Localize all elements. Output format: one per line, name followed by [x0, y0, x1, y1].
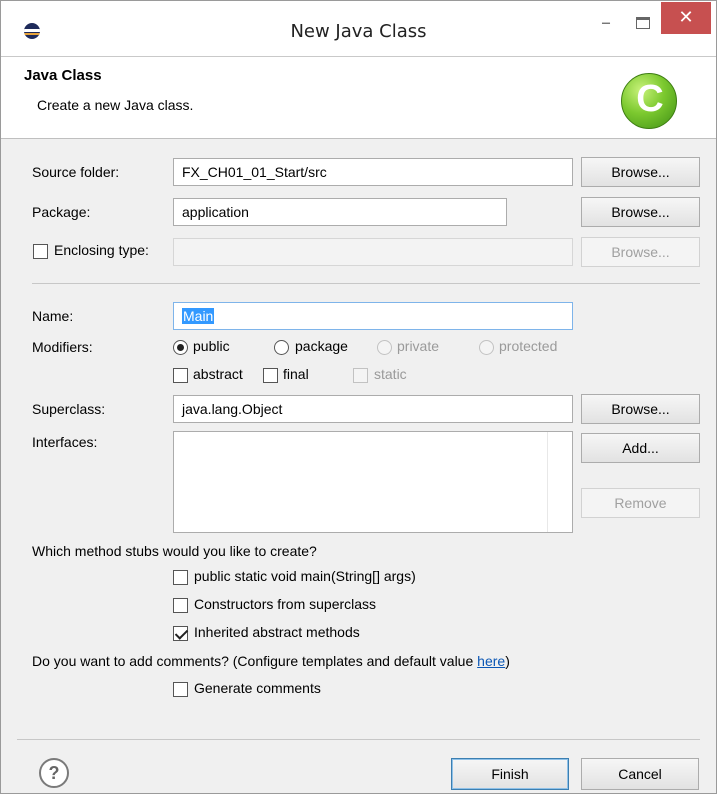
minimize-button[interactable]: –	[589, 9, 623, 39]
generate-comments-label: Generate comments	[194, 680, 321, 696]
banner-description: Create a new Java class.	[37, 97, 194, 113]
cancel-button[interactable]: Cancel	[581, 758, 699, 790]
superclass-browse-button[interactable]: Browse...	[581, 394, 700, 424]
java-class-icon: C	[621, 73, 677, 129]
main-method-checkbox[interactable]	[173, 570, 188, 585]
source-folder-browse-button[interactable]: Browse...	[581, 157, 700, 187]
comments-question: Do you want to add comments? (Configure …	[32, 653, 510, 669]
new-java-class-dialog: New Java Class – ✕ Java Class Create a n…	[0, 0, 717, 794]
remove-interface-button[interactable]: Remove	[581, 488, 700, 518]
enclosing-type-browse-button[interactable]: Browse...	[581, 237, 700, 267]
method-stubs-question: Which method stubs would you like to cre…	[32, 543, 317, 559]
modifiers-label: Modifiers:	[32, 339, 93, 355]
private-radio[interactable]	[377, 340, 392, 355]
package-browse-button[interactable]: Browse...	[581, 197, 700, 227]
configure-templates-link[interactable]: here	[477, 653, 505, 669]
generate-comments-checkbox[interactable]	[173, 682, 188, 697]
package-label: Package:	[32, 204, 91, 220]
add-interface-button[interactable]: Add...	[581, 433, 700, 463]
comments-question-end: )	[505, 653, 510, 669]
constructors-label: Constructors from superclass	[194, 596, 377, 612]
final-checkbox[interactable]	[263, 368, 278, 383]
source-folder-input[interactable]: FX_CH01_01_Start/src	[173, 158, 573, 186]
package-radio-label: package	[295, 338, 348, 354]
name-value: Main	[182, 308, 215, 324]
static-checkbox[interactable]	[353, 368, 368, 383]
abstract-checkbox[interactable]	[173, 368, 188, 383]
name-label: Name:	[32, 308, 74, 324]
package-radio[interactable]	[274, 340, 289, 355]
final-checkbox-label: final	[283, 366, 309, 382]
inherited-abstract-checkbox[interactable]	[173, 626, 188, 641]
interfaces-list[interactable]	[173, 431, 573, 533]
interfaces-label: Interfaces:	[32, 434, 98, 450]
main-method-label: public static void main(String[] args)	[194, 568, 416, 584]
constructors-checkbox[interactable]	[173, 598, 188, 613]
public-radio-label: public	[193, 338, 230, 354]
name-input[interactable]: Main	[173, 302, 573, 330]
banner-title: Java Class	[24, 67, 102, 84]
protected-radio[interactable]	[479, 340, 494, 355]
enclosing-type-label: Enclosing type:	[54, 242, 149, 258]
superclass-label: Superclass:	[32, 401, 106, 417]
list-divider	[547, 432, 548, 532]
superclass-input[interactable]: java.lang.Object	[173, 395, 573, 423]
maximize-icon	[636, 17, 650, 29]
enclosing-type-checkbox[interactable]	[33, 244, 48, 259]
close-button[interactable]: ✕	[661, 2, 711, 34]
help-icon[interactable]: ?	[39, 758, 69, 788]
footer-separator	[17, 739, 700, 740]
title-bar[interactable]: New Java Class – ✕	[1, 1, 716, 57]
enclosing-type-input[interactable]	[173, 238, 573, 266]
inherited-abstract-label: Inherited abstract methods	[194, 624, 360, 640]
wizard-banner: Java Class Create a new Java class. C	[1, 57, 716, 139]
private-radio-label: private	[397, 338, 440, 354]
separator	[32, 283, 700, 284]
static-checkbox-label: static	[374, 366, 407, 382]
comments-question-text: Do you want to add comments? (Configure …	[32, 653, 478, 669]
logo-letter: C	[636, 78, 664, 120]
public-radio[interactable]	[173, 340, 188, 355]
source-folder-label: Source folder:	[32, 164, 120, 180]
maximize-button[interactable]	[627, 9, 661, 39]
abstract-checkbox-label: abstract	[193, 366, 243, 382]
protected-radio-label: protected	[499, 338, 558, 354]
finish-button[interactable]: Finish	[451, 758, 569, 790]
package-input[interactable]: application	[173, 198, 507, 226]
